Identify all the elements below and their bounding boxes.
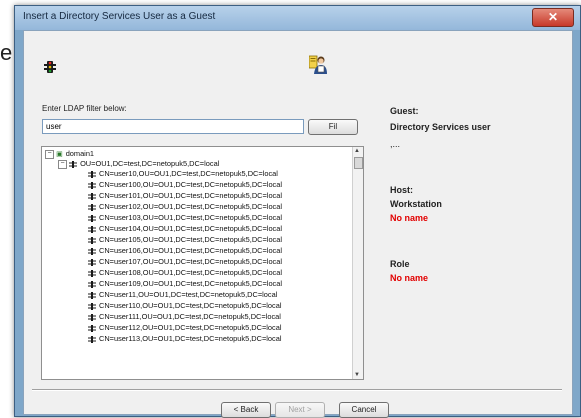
tree-item[interactable]: CN=user111,OU=OU1,DC=test,DC=netopuk5,DC…: [88, 312, 281, 322]
scroll-thumb[interactable]: [354, 157, 363, 169]
tree-item[interactable]: CN=user103,OU=OU1,DC=test,DC=netopuk5,DC…: [88, 213, 282, 223]
guest-value: Directory Services user: [390, 122, 491, 132]
tree-item-label: CN=user109,OU=OU1,DC=test,DC=netopuk5,DC…: [99, 279, 283, 288]
domain-icon: ▣: [56, 151, 63, 158]
tree-item[interactable]: CN=user113,OU=OU1,DC=test,DC=netopuk5,DC…: [88, 334, 281, 344]
tree-item-label: CN=user11,OU=OU1,DC=test,DC=netopuk5,DC=…: [99, 290, 278, 299]
user-icon: [88, 312, 96, 321]
tree-item[interactable]: CN=user108,OU=OU1,DC=test,DC=netopuk5,DC…: [88, 268, 282, 278]
role-label: Role: [390, 259, 410, 269]
tree-item[interactable]: CN=user100,OU=OU1,DC=test,DC=netopuk5,DC…: [88, 180, 282, 190]
workstation-label: Workstation: [390, 199, 442, 209]
user-icon: [88, 191, 96, 200]
tree-item[interactable]: CN=user110,OU=OU1,DC=test,DC=netopuk5,DC…: [88, 301, 281, 311]
user-icon: [88, 301, 96, 310]
tree-ou[interactable]: − OU=OU1,DC=test,DC=netopuk5,DC=local: [58, 159, 219, 169]
tree-item-label: CN=user112,OU=OU1,DC=test,DC=netopuk5,DC…: [99, 323, 282, 332]
tree-root[interactable]: − ▣ domain1: [45, 149, 94, 159]
tree-item-label: CN=user101,OU=OU1,DC=test,DC=netopuk5,DC…: [99, 191, 283, 200]
user-icon: [88, 224, 96, 233]
user-icon: [88, 334, 96, 343]
user-icon: [88, 169, 96, 178]
footer-divider: [32, 389, 562, 391]
tree-item[interactable]: CN=user109,OU=OU1,DC=test,DC=netopuk5,DC…: [88, 279, 282, 289]
user-icon: [88, 246, 96, 255]
user-icon: [88, 279, 96, 288]
tree-ou-label: OU=OU1,DC=test,DC=netopuk5,DC=local: [80, 159, 220, 168]
tree-item-label: CN=user108,OU=OU1,DC=test,DC=netopuk5,DC…: [99, 268, 283, 277]
tree-item-label: CN=user105,OU=OU1,DC=test,DC=netopuk5,DC…: [99, 235, 283, 244]
tree-item-label: CN=user103,OU=OU1,DC=test,DC=netopuk5,DC…: [99, 213, 283, 222]
tree-item[interactable]: CN=user112,OU=OU1,DC=test,DC=netopuk5,DC…: [88, 323, 281, 333]
tree-item-label: CN=user111,OU=OU1,DC=test,DC=netopuk5,DC…: [99, 312, 281, 321]
back-button[interactable]: < Back: [221, 402, 271, 418]
ldap-filter-input[interactable]: user: [42, 119, 304, 134]
cancel-button[interactable]: Cancel: [339, 402, 389, 418]
window-title: Insert a Directory Services User as a Gu…: [23, 11, 216, 22]
filter-button[interactable]: Fil: [308, 119, 358, 135]
filter-label: Enter LDAP filter below:: [42, 104, 127, 113]
user-icon: [88, 180, 96, 189]
tree-item[interactable]: CN=user106,OU=OU1,DC=test,DC=netopuk5,DC…: [88, 246, 282, 256]
tree-item[interactable]: CN=user10,OU=OU1,DC=test,DC=netopuk5,DC=…: [88, 169, 278, 179]
directory-tree[interactable]: − ▣ domain1− OU=OU1,DC=test,DC=netopuk5,D…: [41, 146, 364, 380]
tree-item-label: CN=user106,OU=OU1,DC=test,DC=netopuk5,DC…: [99, 246, 283, 255]
tree-item-label: CN=user100,OU=OU1,DC=test,DC=netopuk5,DC…: [99, 180, 283, 189]
tree-item[interactable]: CN=user104,OU=OU1,DC=test,DC=netopuk5,DC…: [88, 224, 282, 234]
scroll-down-icon[interactable]: ▼: [354, 372, 360, 378]
title-bar[interactable]: Insert a Directory Services User as a Gu…: [15, 6, 580, 30]
user-icon: [88, 323, 96, 332]
user-icon: [88, 290, 96, 299]
tree-item-label: CN=user107,OU=OU1,DC=test,DC=netopuk5,DC…: [99, 257, 283, 266]
user-icon: [88, 235, 96, 244]
next-button[interactable]: Next >: [275, 402, 325, 418]
host-label: Host:: [390, 185, 413, 195]
user-icon: [88, 268, 96, 277]
traffic-light-icon: [44, 60, 56, 73]
tree-item[interactable]: CN=user102,OU=OU1,DC=test,DC=netopuk5,DC…: [88, 202, 282, 212]
tree-item-label: CN=user104,OU=OU1,DC=test,DC=netopuk5,DC…: [99, 224, 283, 233]
user-icon: [88, 213, 96, 222]
collapse-icon[interactable]: −: [45, 149, 54, 159]
dialog-client: Enter LDAP filter below: user Fil − ▣ dom…: [23, 30, 573, 418]
user-guest-icon: [308, 54, 327, 74]
scroll-up-icon[interactable]: ▲: [354, 148, 360, 154]
user-icon: [88, 202, 96, 211]
close-button[interactable]: ✕: [532, 8, 574, 27]
dialog-window: Insert a Directory Services User as a Gu…: [14, 5, 581, 418]
tree-root-label: domain1: [65, 149, 95, 158]
collapse-icon[interactable]: −: [58, 159, 67, 169]
tree-item[interactable]: CN=user11,OU=OU1,DC=test,DC=netopuk5,DC=…: [88, 290, 277, 300]
tree-item-label: CN=user113,OU=OU1,DC=test,DC=netopuk5,DC…: [99, 334, 282, 343]
guest-label: Guest:: [390, 106, 419, 116]
workstation-value: No name: [390, 213, 429, 223]
ou-icon: [69, 159, 78, 168]
tree-item-label: CN=user102,OU=OU1,DC=test,DC=netopuk5,DC…: [99, 202, 283, 211]
close-icon: ✕: [547, 10, 559, 24]
user-icon: [88, 257, 96, 266]
guest-extra: ,...: [390, 139, 401, 149]
tree-item[interactable]: CN=user107,OU=OU1,DC=test,DC=netopuk5,DC…: [88, 257, 282, 267]
background-letter: e: [0, 40, 13, 65]
tree-scrollbar[interactable]: ▲ ▼: [352, 147, 363, 379]
role-value: No name: [390, 273, 429, 283]
tree-item-label: CN=user10,OU=OU1,DC=test,DC=netopuk5,DC=…: [99, 169, 278, 178]
tree-item[interactable]: CN=user105,OU=OU1,DC=test,DC=netopuk5,DC…: [88, 235, 282, 245]
tree-item[interactable]: CN=user101,OU=OU1,DC=test,DC=netopuk5,DC…: [88, 191, 282, 201]
tree-item-label: CN=user110,OU=OU1,DC=test,DC=netopuk5,DC…: [99, 301, 282, 310]
